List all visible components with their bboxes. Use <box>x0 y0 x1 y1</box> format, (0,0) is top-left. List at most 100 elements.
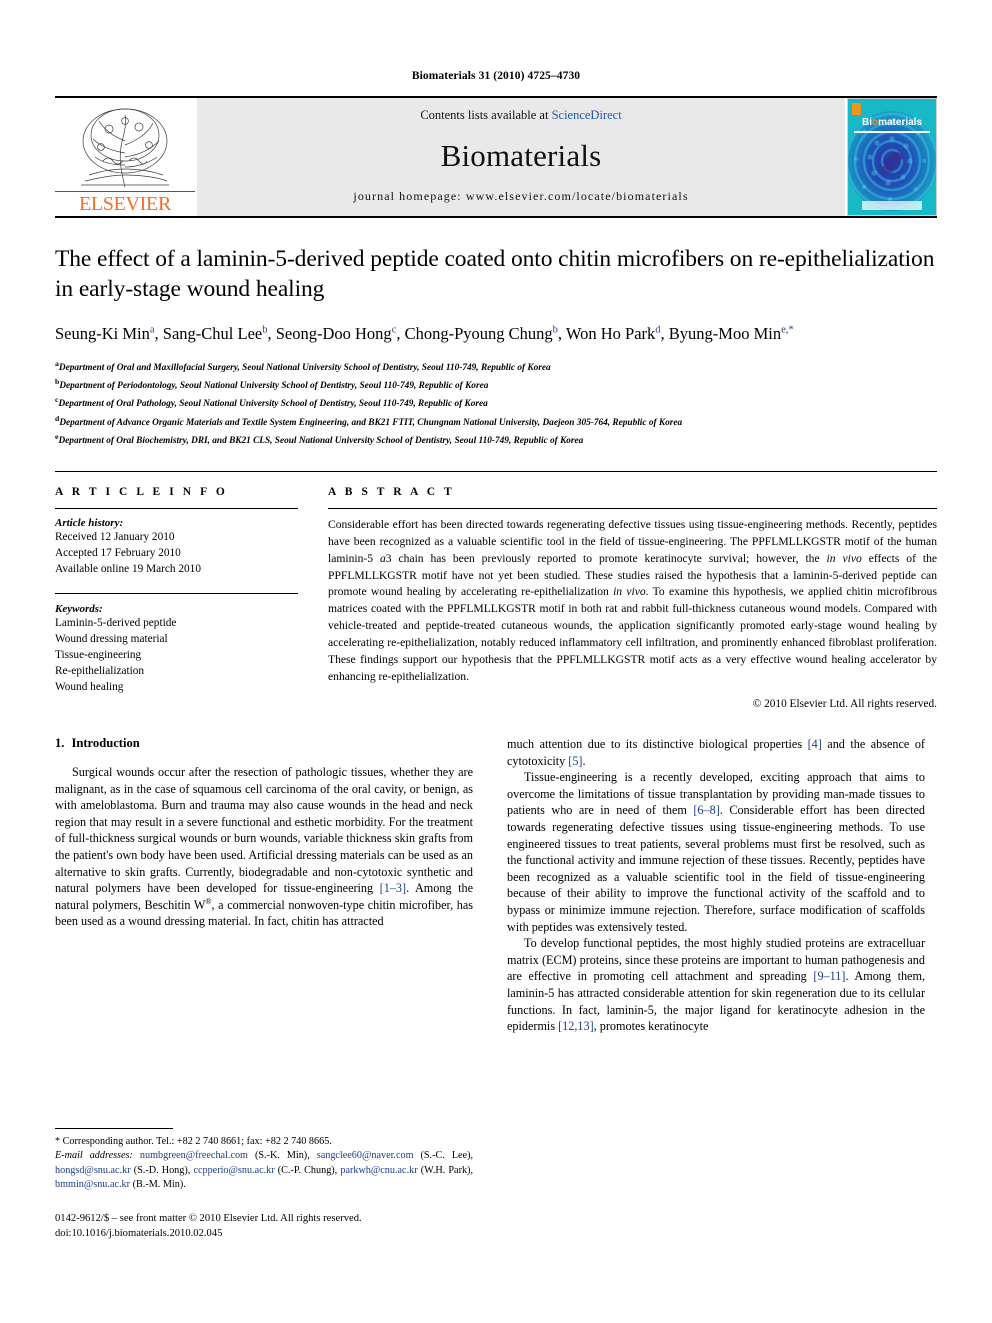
contents-prefix: Contents lists available at <box>420 108 552 122</box>
article-history-online: Available online 19 March 2010 <box>55 562 201 575</box>
page-title: The effect of a laminin-5-derived peptid… <box>55 246 935 303</box>
author-sep: , <box>557 324 566 344</box>
email-owner: (S.-C. Lee), <box>413 1150 474 1162</box>
affiliation-text: Department of Advance Organic Materials … <box>59 417 683 428</box>
cover-title-first: Bi <box>861 117 872 128</box>
paragraph-part: . <box>582 753 586 768</box>
author-sep: , <box>154 324 163 344</box>
email-owner: (B.-M. Min). <box>130 1179 186 1191</box>
citation-link[interactable]: [4] <box>808 737 822 751</box>
body-columns: 1. Introduction Surgical wounds occur aft… <box>55 736 937 1035</box>
author-item: Seung-Ki Mina, <box>55 324 163 343</box>
paragraph-part: much attention due to its distinctive bi… <box>507 737 808 751</box>
email-owner: (S.-K. Min), <box>247 1150 317 1162</box>
copyright-line: © 2010 Elsevier Ltd. All rights reserved… <box>752 698 937 710</box>
email-owner: (W.H. Park), <box>417 1164 473 1176</box>
keyword-item: Tissue-engineering <box>55 648 142 661</box>
journal-title: Biomaterials <box>440 138 602 173</box>
email-label: E-mail addresses: <box>55 1150 133 1162</box>
author-item: Chong-Pyoung Chungb, <box>405 324 566 343</box>
divider <box>55 507 298 509</box>
email-link[interactable]: parkwh@cnu.ac.kr <box>340 1165 417 1176</box>
abstract-heading: A B S T R A C T <box>328 485 455 498</box>
abstract-part: . To examine this hypothesis, we applied… <box>328 585 937 684</box>
keyword-item: Laminin-5-derived peptide <box>55 616 177 629</box>
journal-homepage-link[interactable]: journal homepage: www.elsevier.com/locat… <box>353 189 688 204</box>
author-sep: , <box>267 324 276 344</box>
imprint-block: 0142-9612/$ – see front matter © 2010 El… <box>55 1211 485 1242</box>
contents-panel: Contents lists available at ScienceDirec… <box>197 98 845 216</box>
cover-corner-mark <box>852 103 861 115</box>
paper-page: Biomaterials 31 (2010) 4725–4730 ELSEVIE… <box>0 0 992 1323</box>
citation-link[interactable]: [9–11] <box>813 969 845 983</box>
footnote-block: * Corresponding author. Tel.: +82 2 740 … <box>55 1128 473 1193</box>
author-sep: , <box>396 324 405 344</box>
sciencedirect-link[interactable]: ScienceDirect <box>552 108 622 122</box>
affiliation-text: Department of Oral Pathology, Seoul Nati… <box>58 399 488 410</box>
author-name: Seong-Doo Hong <box>275 324 392 344</box>
email-link[interactable]: sangclee60@naver.com <box>317 1150 414 1161</box>
section-title: Introduction <box>71 736 140 750</box>
title-block: The effect of a laminin-5-derived peptid… <box>55 216 937 449</box>
email-owner: (S.-D. Hong), <box>130 1164 194 1176</box>
corresponding-author-note: * Corresponding author. Tel.: +82 2 740 … <box>55 1136 332 1147</box>
paragraph-part: Surgical wounds occur after the resectio… <box>55 765 473 896</box>
email-link[interactable]: bmmin@snu.ac.kr <box>55 1179 130 1190</box>
elsevier-logo: ELSEVIER <box>55 98 195 216</box>
affiliation-list: aDepartment of Oral and Maxillofacial Su… <box>55 358 937 449</box>
body-column-left: 1. Introduction Surgical wounds occur aft… <box>55 736 473 1035</box>
email-link[interactable]: hongsd@snu.ac.kr <box>55 1165 131 1176</box>
email-link[interactable]: ccpperio@snu.ac.kr <box>193 1165 274 1176</box>
paragraph-intro-3: To develop functional peptides, the most… <box>507 935 925 1035</box>
affiliation-item: eDepartment of Oral Biochemistry, DRI, a… <box>55 431 937 449</box>
author-item: Won Ho Parkd, <box>566 324 669 343</box>
article-info-heading: A R T I C L E I N F O <box>55 485 228 498</box>
article-history-received: Received 12 January 2010 <box>55 530 175 543</box>
author-affiliation-marker[interactable]: e,* <box>781 325 794 336</box>
body-column-right: much attention due to its distinctive bi… <box>507 736 925 1035</box>
cover-footer-bar <box>862 201 922 210</box>
paragraph-intro-2: Tissue-engineering is a recently develop… <box>507 769 925 935</box>
citation-link[interactable]: [6–8] <box>693 803 719 817</box>
article-history-accepted: Accepted 17 February 2010 <box>55 546 181 559</box>
citation-link[interactable]: [5] <box>568 754 582 768</box>
affiliation-text: Department of Oral and Maxillofacial Sur… <box>58 363 551 374</box>
paragraph-intro-1: Surgical wounds occur after the resectio… <box>55 764 473 930</box>
abstract-italic: in vivo <box>613 585 646 599</box>
issn-line: 0142-9612/$ – see front matter © 2010 El… <box>55 1213 362 1224</box>
keywords-label: Keywords: <box>55 602 103 615</box>
affiliation-item: bDepartment of Periodontology, Seoul Nat… <box>55 376 937 394</box>
author-name: Seung-Ki Min <box>55 324 150 344</box>
author-sep: , <box>660 324 669 344</box>
footnote-divider <box>55 1128 173 1129</box>
citation-link[interactable]: [1–3] <box>380 881 406 895</box>
author-item: Seong-Doo Hongc, <box>276 324 405 343</box>
citation-link[interactable]: [12,13] <box>558 1019 594 1033</box>
keywords-block: Keywords: Laminin-5-derived peptide Woun… <box>55 592 298 695</box>
affiliation-item: dDepartment of Advance Organic Materials… <box>55 413 937 431</box>
author-name: Won Ho Park <box>565 324 656 344</box>
affiliation-item: aDepartment of Oral and Maxillofacial Su… <box>55 358 937 376</box>
paragraph-part: , promotes keratinocyte <box>593 1019 709 1034</box>
abstract-italic: in vivo <box>826 551 862 565</box>
author-item: Sang-Chul Leeb, <box>163 324 276 343</box>
paragraph-part: . Considerable effort has been directed … <box>507 803 926 934</box>
author-item: Byung-Moo Mine,* <box>669 324 794 343</box>
cover-title: Biomaterials <box>848 117 936 128</box>
affiliation-text: Department of Oral Biochemistry, DRI, an… <box>58 435 584 446</box>
article-info-column: A R T I C L E I N F O Article history: R… <box>55 486 298 710</box>
doi-line[interactable]: doi:10.1016/j.biomaterials.2010.02.045 <box>55 1226 485 1241</box>
email-link[interactable]: numbgreen@freechal.com <box>140 1150 248 1161</box>
email-addresses-note: E-mail addresses: numbgreen@freechal.com… <box>55 1149 473 1192</box>
cover-rule <box>854 131 930 133</box>
contents-available-line: Contents lists available at ScienceDirec… <box>420 108 621 123</box>
cover-title-rest: materials <box>878 117 923 128</box>
email-owner: (C.-P. Chung), <box>274 1164 341 1176</box>
divider <box>328 507 937 509</box>
affiliation-item: cDepartment of Oral Pathology, Seoul Nat… <box>55 394 937 412</box>
journal-cover-thumbnail[interactable]: Biomaterials <box>847 98 937 216</box>
section-number: 1. <box>55 736 65 750</box>
article-history-label: Article history: <box>55 516 124 529</box>
elsevier-tree-icon <box>55 98 195 191</box>
author-name: Sang-Chul Lee <box>162 324 263 344</box>
